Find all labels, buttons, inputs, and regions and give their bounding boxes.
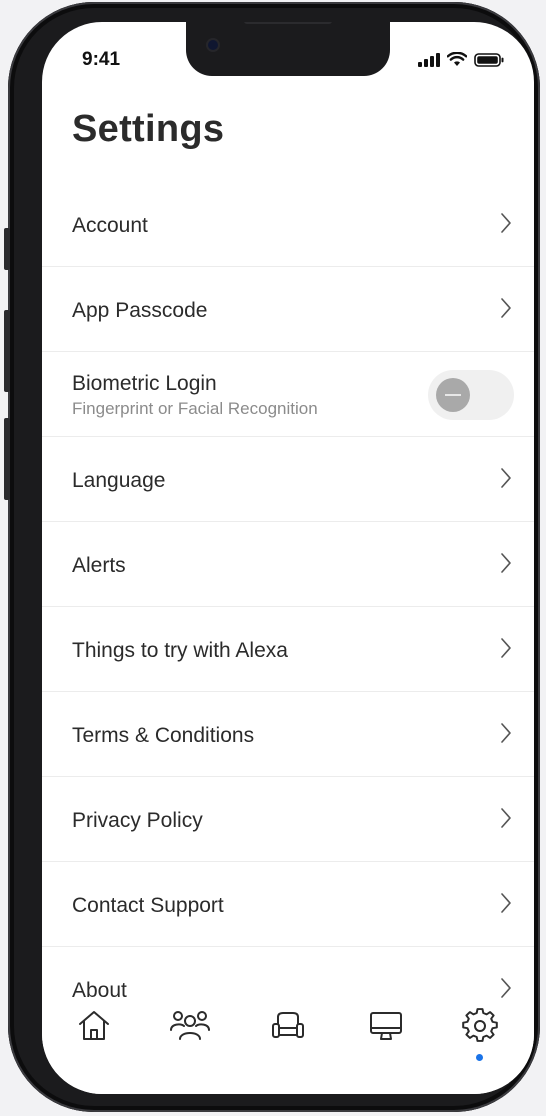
- settings-item-terms-and-conditions[interactable]: Terms & Conditions: [42, 692, 534, 777]
- settings-item-label: Biometric Login: [72, 372, 217, 395]
- settings-item-label: Account: [72, 214, 148, 237]
- notch: [186, 22, 390, 76]
- tab-rooms[interactable]: [266, 1008, 310, 1048]
- battery-icon: [474, 52, 504, 67]
- settings-item-account[interactable]: Account: [42, 182, 534, 267]
- phone-frame: 9:41 Settings Account App Passcode Biome…: [4, 2, 540, 1112]
- tab-devices[interactable]: [364, 1008, 408, 1048]
- volume-down-button: [4, 418, 10, 500]
- chevron-right-icon: [501, 213, 511, 233]
- chevron-right-icon: [501, 468, 511, 488]
- signal-icon: [418, 52, 440, 67]
- settings-item-alerts[interactable]: Alerts: [42, 522, 534, 607]
- monitor-icon: [370, 1012, 402, 1040]
- settings-item-sublabel: Fingerprint or Facial Recognition: [72, 399, 318, 418]
- wifi-icon: [447, 52, 467, 66]
- tab-home[interactable]: [72, 1008, 116, 1048]
- settings-item-label: Terms & Conditions: [72, 724, 255, 747]
- chevron-right-icon: [501, 638, 511, 658]
- settings-item-label: App Passcode: [72, 299, 208, 322]
- front-camera: [208, 40, 218, 50]
- settings-item-app-passcode[interactable]: App Passcode: [42, 267, 534, 352]
- tab-users[interactable]: [168, 1008, 212, 1048]
- mute-switch: [4, 228, 10, 270]
- biometric-login-toggle[interactable]: [428, 370, 514, 420]
- armchair-icon: [272, 1012, 304, 1038]
- gear-icon: [462, 1008, 498, 1042]
- settings-item-label: Contact Support: [72, 894, 224, 917]
- settings-item-privacy-policy[interactable]: Privacy Policy: [42, 777, 534, 862]
- chevron-right-icon: [501, 553, 511, 573]
- settings-item-label: Things to try with Alexa: [72, 639, 288, 662]
- screen: 9:41 Settings Account App Passcode Biome…: [42, 22, 534, 1094]
- settings-item-things-to-try-with-alexa[interactable]: Things to try with Alexa: [42, 607, 534, 692]
- chevron-right-icon: [501, 298, 511, 318]
- settings-item-contact-support[interactable]: Contact Support: [42, 862, 534, 947]
- users-icon: [170, 1011, 210, 1040]
- settings-item-biometric-login: Biometric Login Fingerprint or Facial Re…: [42, 352, 534, 437]
- chevron-right-icon: [501, 978, 511, 998]
- tab-settings[interactable]: [458, 1008, 502, 1061]
- volume-up-button: [4, 310, 10, 392]
- settings-list: Account App Passcode Biometric Login Fin…: [42, 182, 534, 1032]
- chevron-right-icon: [501, 893, 511, 913]
- toggle-knob: [436, 378, 470, 412]
- status-icons: [418, 52, 504, 67]
- page-title: Settings: [72, 108, 225, 150]
- settings-item-label: Language: [72, 469, 166, 492]
- tab-bar: [42, 1000, 534, 1094]
- active-tab-indicator: [476, 1054, 483, 1061]
- settings-item-label: Privacy Policy: [72, 809, 203, 832]
- chevron-right-icon: [501, 723, 511, 743]
- speaker: [244, 22, 332, 24]
- settings-item-label: Alerts: [72, 554, 126, 577]
- status-time: 9:41: [82, 49, 121, 70]
- settings-item-language[interactable]: Language: [42, 437, 534, 522]
- chevron-right-icon: [501, 808, 511, 828]
- home-icon: [79, 1011, 109, 1040]
